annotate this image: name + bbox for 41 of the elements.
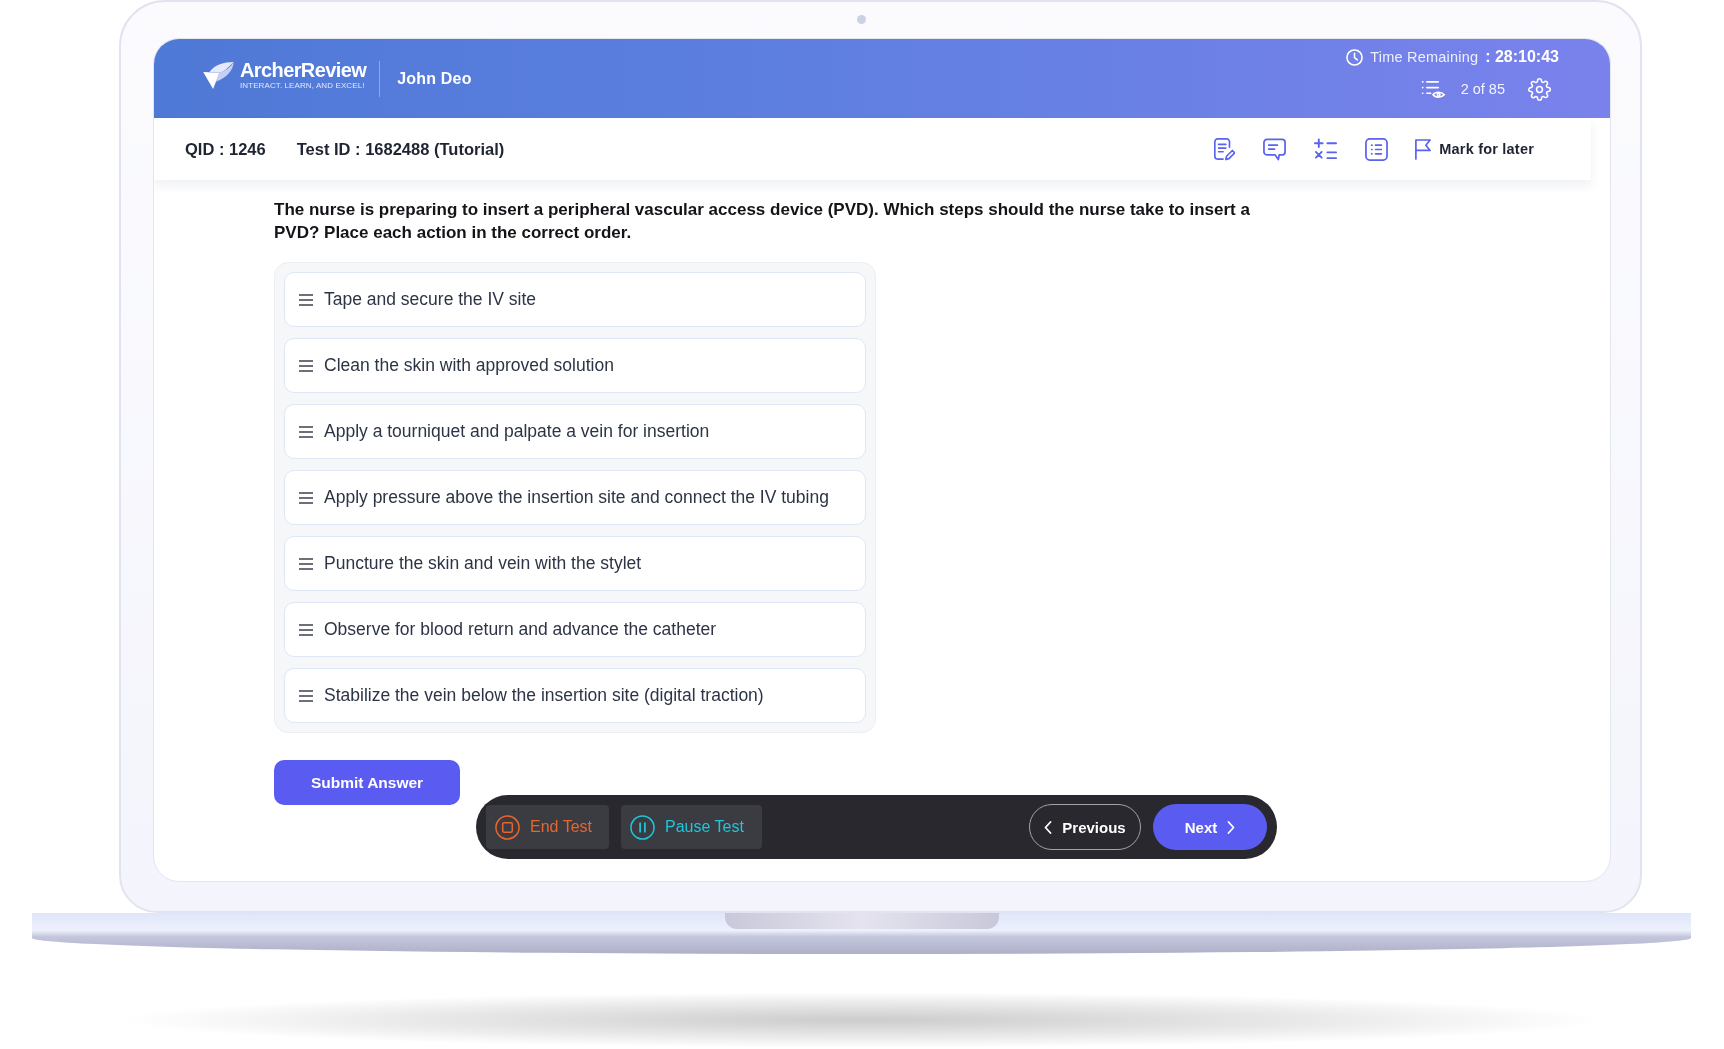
clock-icon: [1346, 48, 1364, 66]
logo-wordmark: ArcherReview: [240, 60, 367, 81]
calculator-icon[interactable]: [1314, 137, 1338, 161]
question-text: The nurse is preparing to insert a peripheral vascular access device (PVD). Which steps should the nurse take to insert a PVD? Place each action in the correct order.: [274, 199, 1251, 244]
drag-handle-icon: [299, 293, 313, 306]
settings-icon[interactable]: [1528, 77, 1551, 101]
timer-label: Time Remaining: [1370, 49, 1479, 65]
draggable-option[interactable]: Puncture the skin and vein with the stylet: [284, 536, 866, 591]
wing-logo-icon: [203, 62, 234, 89]
logo-tagline: INTERACT. LEARN, AND EXCEL!: [240, 81, 365, 91]
question-id: QID : 1246: [185, 139, 266, 159]
user-name: John Deo: [397, 69, 472, 88]
draggable-option[interactable]: Stabilize the vein below the insertion site (digital traction): [284, 668, 866, 723]
drag-handle-icon: [299, 491, 313, 504]
submit-answer-button[interactable]: Submit Answer: [274, 760, 460, 805]
drag-handle-icon: [299, 425, 313, 438]
drag-handle-icon: [299, 359, 313, 372]
draggable-option[interactable]: Apply a tourniquet and palpate a vein for insertion: [284, 404, 866, 459]
question-counter: 2 of 85: [1460, 81, 1505, 97]
question-list-eye-icon[interactable]: [1420, 79, 1446, 99]
mark-for-later-button[interactable]: Mark for later: [1414, 138, 1534, 160]
next-button[interactable]: Next: [1153, 804, 1267, 850]
chevron-right-icon: [1227, 820, 1236, 834]
test-id: Test ID : 1682488 (Tutorial): [296, 139, 505, 159]
stop-circle-icon: [495, 814, 520, 840]
drag-handle-icon: [299, 557, 313, 570]
timer-value: : 28:10:43: [1485, 48, 1559, 66]
pause-test-button[interactable]: Pause Test: [621, 805, 762, 849]
chat-bubble-icon[interactable]: [1263, 137, 1287, 161]
pause-circle-icon: [630, 814, 655, 840]
camera-dot-icon: [857, 15, 866, 24]
draggable-option[interactable]: Clean the skin with approved solution: [284, 338, 866, 393]
drag-handle-icon: [299, 623, 313, 636]
flag-icon: [1414, 138, 1433, 160]
draggable-option[interactable]: Tape and secure the IV site: [284, 272, 866, 327]
notes-icon[interactable]: [1213, 137, 1236, 161]
drag-handle-icon: [299, 689, 313, 702]
list-icon[interactable]: [1365, 137, 1389, 161]
draggable-option[interactable]: Observe for blood return and advance the catheter: [284, 602, 866, 657]
draggable-option[interactable]: Apply pressure above the insertion site and connect the IV tubing: [284, 470, 866, 525]
chevron-left-icon: [1044, 820, 1053, 834]
